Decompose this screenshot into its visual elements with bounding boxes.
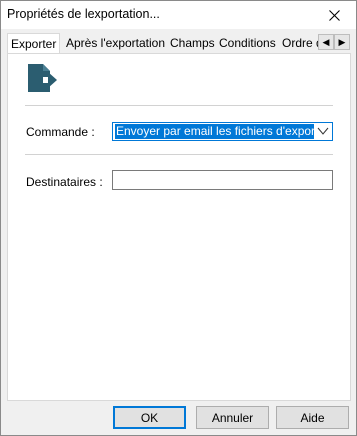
command-select-value: Envoyer par email les fichiers d'exporta… [115, 124, 314, 139]
command-label: Commande : [26, 125, 95, 139]
recipients-label: Destinataires : [26, 175, 103, 189]
separator [25, 105, 333, 106]
command-select[interactable]: Envoyer par email les fichiers d'exporta… [112, 122, 333, 141]
close-button[interactable] [312, 1, 356, 29]
tab-strip: Exporter Après l'exportation Champs Cond… [7, 33, 351, 53]
title-bar: Propriétés de lexportation... [1, 1, 356, 29]
chevron-down-icon [317, 127, 329, 135]
tab-champs[interactable]: Champs [167, 33, 218, 53]
ok-button[interactable]: OK [113, 406, 186, 429]
close-icon [328, 9, 340, 21]
tab-apres-exportation[interactable]: Après l'exportation [63, 33, 168, 53]
tab-scroll-left-button[interactable]: ◀ [318, 34, 334, 50]
tab-panel-exporter: Commande : Envoyer par email les fichier… [7, 53, 351, 401]
separator [25, 154, 333, 155]
tab-conditions[interactable]: Conditions [216, 33, 279, 53]
dialog-window: Propriétés de lexportation... Exporter A… [0, 0, 357, 436]
window-title: Propriétés de lexportation... [7, 7, 160, 21]
tab-exporter[interactable]: Exporter [7, 33, 61, 53]
tab-scroll-right-button[interactable]: ▶ [334, 34, 350, 50]
cancel-button[interactable]: Annuler [196, 406, 269, 429]
help-button[interactable]: Aide [276, 406, 349, 429]
export-icon [28, 64, 57, 92]
recipients-input[interactable] [112, 170, 333, 190]
